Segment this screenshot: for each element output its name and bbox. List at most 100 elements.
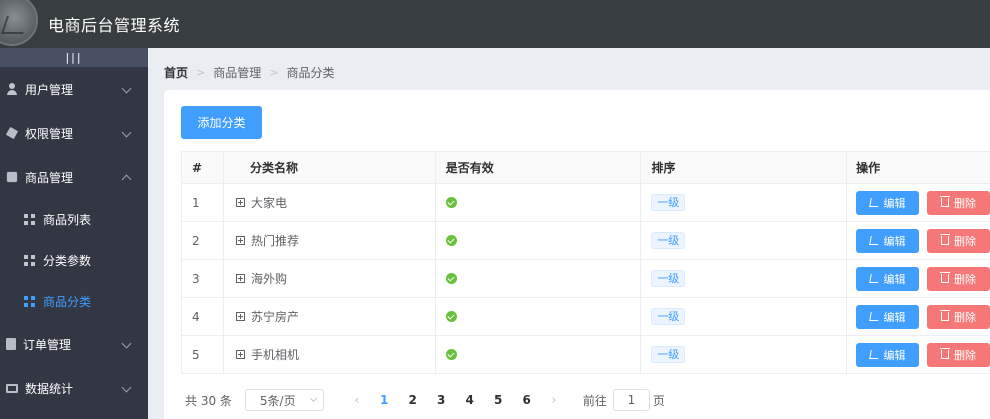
expand-plus-icon[interactable] [235, 312, 245, 321]
add-category-button[interactable]: 添加分类 [181, 106, 262, 139]
logo [0, 0, 38, 48]
valid-cell [436, 336, 642, 373]
pencil-icon [868, 198, 880, 207]
delete-button[interactable]: 删除 [927, 190, 990, 215]
sidebar-subitem-category-params[interactable]: 分类参数 [0, 240, 148, 281]
delete-button[interactable]: 删除 [927, 304, 990, 329]
chevron-down-icon [309, 394, 317, 403]
expand-plus-icon[interactable] [235, 198, 245, 207]
delete-label: 删除 [954, 310, 976, 324]
page-number[interactable]: 1 [370, 393, 399, 407]
row-index: 1 [182, 184, 224, 221]
sidebar-item-orders[interactable]: 订单管理 [0, 322, 148, 366]
table-row: 5 手机相机 一级 编辑 删除 [182, 336, 990, 374]
document-icon [6, 338, 16, 350]
table-row: 3 海外购 一级 编辑 删除 [182, 260, 990, 298]
actions-cell: 编辑 删除 [847, 260, 990, 297]
sidebar-subitem-label: 商品列表 [43, 213, 92, 227]
expand-plus-icon[interactable] [235, 236, 245, 245]
page-number[interactable]: 3 [427, 393, 456, 407]
column-header: 分类名称 [224, 152, 436, 183]
sidebar-item-statistics[interactable]: 数据统计 [0, 366, 148, 410]
sidebar-subitem-label: 商品分类 [43, 295, 92, 309]
expand-plus-icon[interactable] [235, 274, 245, 283]
valid-cell [436, 222, 642, 259]
expand-plus-icon[interactable] [235, 350, 245, 359]
main-content: 首页 > 商品管理 > 商品分类 添加分类 # 分类名称 是否有效 排序 操作 … [148, 48, 990, 419]
trash-icon [940, 272, 950, 283]
category-name-cell: 手机相机 [224, 336, 436, 373]
actions-cell: 编辑 删除 [847, 298, 990, 335]
user-icon [6, 83, 18, 95]
chevron-right-icon: > [269, 66, 279, 79]
edit-label: 编辑 [883, 196, 906, 210]
sidebar: ||| 用户管理 权限管理 商品管理 商品列表 分类参数 商品分类 订单管理 数… [0, 48, 148, 419]
table-row: 2 热门推荐 一级 编辑 删除 [182, 222, 990, 260]
page-number[interactable]: 2 [398, 393, 427, 407]
next-page-button[interactable]: › [541, 393, 567, 408]
delete-label: 删除 [954, 196, 976, 210]
delete-button[interactable]: 删除 [927, 342, 990, 367]
sidebar-item-permissions[interactable]: 权限管理 [0, 111, 148, 155]
level-tag: 一级 [651, 308, 686, 325]
row-index: 2 [182, 222, 224, 259]
edit-button[interactable]: 编辑 [856, 304, 919, 329]
level-cell: 一级 [641, 184, 847, 221]
category-table: # 分类名称 是否有效 排序 操作 1 大家电 一级 编辑 删除 2 热门推荐 … [181, 151, 990, 374]
page-number[interactable]: 4 [455, 393, 484, 407]
delete-button[interactable]: 删除 [927, 266, 990, 291]
check-circle-icon [445, 311, 457, 322]
table-header-row: # 分类名称 是否有效 排序 操作 [182, 152, 990, 184]
edit-button[interactable]: 编辑 [856, 266, 919, 291]
category-name: 手机相机 [250, 348, 299, 362]
level-cell: 一级 [641, 260, 847, 297]
sidebar-subitem-goods-list[interactable]: 商品列表 [0, 199, 148, 240]
category-name-cell: 大家电 [224, 184, 436, 221]
edit-button[interactable]: 编辑 [856, 342, 919, 367]
category-name: 海外购 [250, 272, 287, 286]
check-circle-icon [445, 273, 457, 284]
column-header: # [182, 152, 224, 183]
category-name: 苏宁房产 [250, 310, 299, 324]
sidebar-item-goods[interactable]: 商品管理 [0, 155, 148, 199]
jump-suffix: 页 [652, 393, 665, 408]
cube-icon [5, 126, 19, 140]
sidebar-item-label: 商品管理 [25, 170, 74, 185]
level-cell: 一级 [641, 336, 847, 373]
valid-cell [436, 260, 642, 297]
delete-button[interactable]: 删除 [927, 228, 990, 253]
valid-cell [436, 298, 642, 335]
page-size-value: 5条/页 [259, 393, 296, 408]
sidebar-item-users[interactable]: 用户管理 [0, 67, 148, 111]
row-index: 4 [182, 298, 224, 335]
breadcrumb-home-link[interactable]: 首页 [164, 64, 188, 81]
pencil-icon [868, 236, 880, 245]
delete-label: 删除 [954, 348, 976, 362]
prev-page-button[interactable]: ‹ [344, 393, 370, 408]
row-index: 3 [182, 260, 224, 297]
page-jump-input[interactable] [612, 389, 650, 411]
valid-cell [436, 184, 642, 221]
sidebar-subitem-label: 分类参数 [43, 254, 92, 268]
sidebar-item-label: 用户管理 [25, 82, 74, 97]
check-circle-icon [445, 235, 457, 246]
bag-icon [6, 171, 18, 183]
page-number[interactable]: 5 [484, 393, 513, 407]
page-size-select[interactable]: 5条/页 [244, 389, 324, 411]
edit-button[interactable]: 编辑 [856, 228, 919, 253]
sidebar-subitem-categories[interactable]: 商品分类 [0, 281, 148, 322]
app-title: 电商后台管理系统 [48, 16, 181, 35]
page-number[interactable]: 6 [512, 393, 541, 407]
breadcrumb: 首页 > 商品管理 > 商品分类 [164, 64, 334, 81]
jump-label: 前往 [582, 393, 607, 408]
edit-label: 编辑 [883, 348, 906, 362]
level-tag: 一级 [651, 346, 686, 363]
edit-label: 编辑 [883, 272, 906, 286]
total-count: 共 30 条 [185, 393, 232, 408]
actions-cell: 编辑 删除 [847, 184, 990, 221]
category-name: 大家电 [250, 196, 287, 210]
chevron-down-icon [121, 127, 132, 138]
sidebar-toggle-button[interactable]: ||| [0, 48, 148, 67]
edit-button[interactable]: 编辑 [856, 190, 919, 215]
category-name: 热门推荐 [250, 234, 299, 248]
